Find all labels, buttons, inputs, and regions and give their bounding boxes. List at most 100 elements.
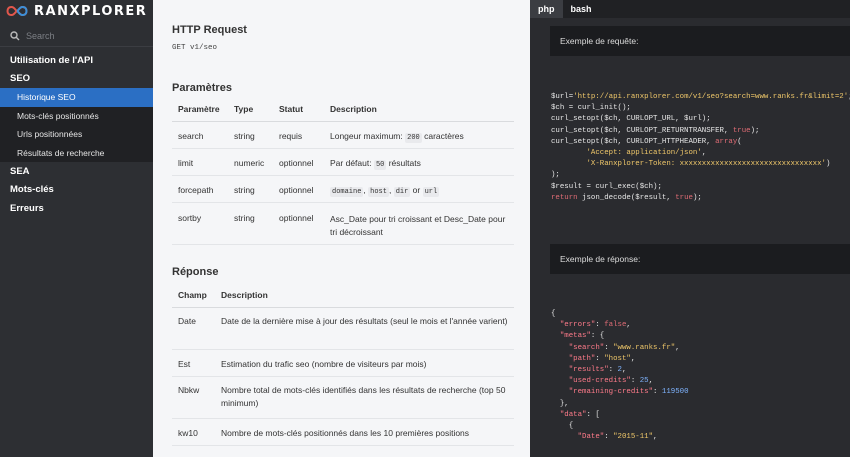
code-line: ); [551, 171, 560, 180]
nav-item-positioned-keywords[interactable]: Mots-clés positionnés [0, 107, 153, 126]
json-key: "used-credits" [568, 377, 631, 386]
param-status: optionnel [273, 202, 324, 245]
nav-item-seo[interactable]: SEO [0, 70, 153, 89]
inline-code: host [368, 186, 389, 197]
response-table: Champ Description Date Date de la derniè… [172, 284, 514, 457]
json-response-code: { "errors": false, "metas": { "search": … [551, 310, 689, 442]
param-description: Par défaut: 50 résultats [324, 148, 514, 176]
json-key: "Date" [577, 433, 605, 442]
field-name: Est [172, 349, 215, 377]
tab-php[interactable]: php [530, 0, 563, 18]
code-token: json_decode($result, [577, 193, 676, 202]
param-name: limit [172, 148, 228, 176]
param-type: string [228, 121, 273, 149]
table-row: sortby string optionnel Asc_Date pour tr… [172, 202, 514, 245]
field-description: Nombre total de mots-clés identifiés dan… [215, 376, 514, 419]
code-token: true [675, 193, 693, 202]
logo[interactable]: RANXPLORER [0, 0, 153, 22]
table-row: forcepath string optionnel domaine, host… [172, 175, 514, 203]
inline-code: url [422, 186, 440, 197]
column-header: Description [215, 284, 514, 308]
inline-code: 200 [405, 132, 422, 143]
http-request-heading: HTTP Request [172, 24, 247, 36]
table-row: search string requis Longeur maximum: 20… [172, 121, 514, 149]
code-token: ); [692, 193, 702, 202]
json-key: "search" [568, 343, 605, 352]
param-description: Longeur maximum: 200 caractères [324, 121, 514, 149]
code-line: $ch = curl_init(); [551, 104, 631, 113]
nav-item-search-results[interactable]: Résultats de recherche [0, 144, 153, 163]
response-example-label: Exemple de réponse: [550, 244, 850, 274]
table-header-row: Champ Description [172, 284, 514, 308]
code-token: , [701, 149, 707, 158]
nav-item-errors[interactable]: Erreurs [0, 199, 153, 218]
code-line: curl_setopt($ch, CURLOPT_URL, $url); [551, 115, 711, 124]
field-name: Date [172, 307, 215, 350]
table-row: Nbkw Nombre total de mots-clés identifié… [172, 376, 514, 419]
description-text: Par défaut: [330, 157, 374, 168]
code-token: array [715, 137, 738, 146]
tab-bash[interactable]: bash [563, 0, 600, 18]
separator-text: , [388, 184, 394, 195]
nav-item-sea[interactable]: SEA [0, 162, 153, 181]
column-header: Description [324, 98, 514, 122]
nav-item-seo-history[interactable]: Historique SEO [0, 88, 153, 107]
description-text: Longeur maximum: [330, 130, 406, 141]
param-status: optionnel [273, 148, 324, 176]
seo-submenu: Historique SEO Mots-clés positionnés Url… [0, 88, 153, 162]
param-name: forcepath [172, 175, 228, 203]
json-value: "www.ranks.fr" [613, 343, 676, 352]
table-row: kw10 Nombre de mots-clés positionnés dan… [172, 418, 514, 446]
param-description: Asc_Date pour tri croissant et Desc_Date… [324, 202, 514, 245]
php-request-code: $url='http://api.ranxplorer.com/v1/seo?s… [551, 92, 850, 204]
field-name: kw20 [172, 445, 215, 457]
column-header: Paramètre [172, 98, 228, 122]
json-key: "path" [568, 354, 596, 363]
json-value: 25 [639, 377, 649, 386]
code-panel: php bash Exemple de requête: $url='http:… [530, 0, 850, 457]
nav-item-keywords[interactable]: Mots-clés [0, 181, 153, 200]
search-bar [0, 25, 153, 47]
table-row: kw20 Nombre de mots-clés positionnés dan… [172, 445, 514, 457]
code-token: curl_setopt($ch, CURLOPT_HTTPHEADER, [551, 137, 716, 146]
parameters-heading: Paramètres [172, 82, 232, 94]
code-token: 'http://api.ranxplorer.com/v1/seo?search… [573, 93, 849, 101]
code-token: curl_setopt($ch, CURLOPT_RETURNTRANSFER, [551, 126, 733, 135]
nav-item-positioned-urls[interactable]: Urls positionnées [0, 125, 153, 144]
search-icon [10, 30, 20, 40]
inline-code: dir [393, 186, 411, 197]
param-status: optionnel [273, 175, 324, 203]
column-header: Statut [273, 98, 324, 122]
table-row: Date Date de la dernière mise à jour des… [172, 307, 514, 350]
description-text: caractères [421, 130, 464, 141]
field-name: kw10 [172, 418, 215, 446]
nav-item-api-usage[interactable]: Utilisation de l'API [0, 51, 153, 70]
response-heading: Réponse [172, 266, 219, 278]
code-token: ); [750, 126, 760, 135]
brand-name: RANXPLORER [34, 3, 148, 19]
table-header-row: Paramètre Type Statut Description [172, 98, 514, 122]
inline-code: 50 [373, 159, 387, 170]
endpoint-code: GET v1/seo [172, 44, 218, 52]
description-text: résultats [386, 157, 421, 168]
json-value: 2 [617, 366, 622, 375]
search-input[interactable] [26, 30, 136, 41]
field-description: Estimation du trafic seo (nombre de visi… [215, 349, 514, 377]
json-key: "errors" [559, 321, 596, 330]
param-type: string [228, 175, 273, 203]
language-tabs: php bash [530, 0, 850, 18]
parameters-table: Paramètre Type Statut Description search… [172, 98, 514, 245]
param-name: sortby [172, 202, 228, 245]
column-header: Champ [172, 284, 215, 308]
code-token: $url= [551, 93, 574, 101]
json-key: "remaining-credits" [568, 388, 654, 397]
code-token: true [732, 126, 751, 135]
json-value: false [604, 321, 627, 330]
json-value: "2015-11" [613, 433, 654, 442]
sidebar: RANXPLORER Utilisation de l'API SEO Hist… [0, 0, 153, 457]
code-token: 'X-Ranxplorer-Token: xxxxxxxxxxxxxxxxxxx… [586, 160, 826, 169]
param-status: requis [273, 121, 324, 149]
column-header: Type [228, 98, 273, 122]
field-description: Date de la dernière mise à jour des résu… [215, 307, 514, 350]
doc-content: HTTP Request GET v1/seo Paramètres Param… [153, 0, 530, 457]
